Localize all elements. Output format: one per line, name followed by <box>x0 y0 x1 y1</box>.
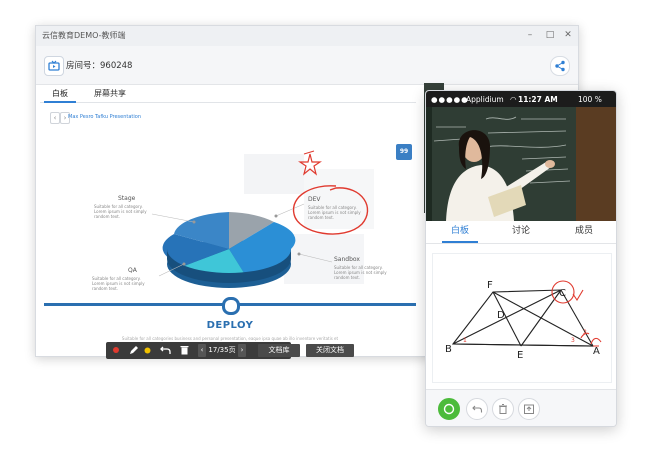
upload-icon <box>524 404 534 414</box>
doc-library-button[interactable]: 文档库 <box>258 344 300 357</box>
pen-icon[interactable] <box>128 342 140 359</box>
share-button[interactable] <box>550 56 570 76</box>
color-ring-icon <box>443 403 455 415</box>
phone-clear-button[interactable] <box>492 398 514 420</box>
carrier-name: Applidium <box>466 95 504 104</box>
phone-tab-bar: 白板 讨论 成员 <box>426 221 616 244</box>
phone-upload-button[interactable] <box>518 398 540 420</box>
page-next-button[interactable]: › <box>238 344 246 357</box>
geo-label-b: B <box>445 344 452 355</box>
phone-frame: ●●●●● Applidium ◠ 11:27 AM 100 % 白板 讨论 成… <box>425 90 617 427</box>
deploy-heading: DEPLOY <box>206 320 254 331</box>
battery-percent: 100 % <box>578 95 602 104</box>
red-dot-icon[interactable] <box>110 342 122 359</box>
geo-label-a: A <box>593 346 600 357</box>
share-icon <box>555 60 565 72</box>
room-icon <box>44 56 64 76</box>
room-bar: 房间号：960248 <box>36 46 578 85</box>
trash-icon <box>499 404 507 414</box>
close-doc-button[interactable]: 关闭文档 <box>306 344 354 357</box>
phone-whiteboard-canvas[interactable]: F C D B E A 1 2 3 <box>432 253 612 383</box>
annotation-layer <box>151 150 369 277</box>
phone-tab-discussion[interactable]: 讨论 <box>503 221 539 241</box>
whiteboard-slide[interactable]: ‹ › Max Pesro Tafku Presentation 99 Stag… <box>44 104 416 352</box>
teacher-video-image <box>426 107 616 221</box>
status-bar: ●●●●● Applidium ◠ 11:27 AM 100 % <box>426 91 616 107</box>
teacher-video[interactable] <box>426 107 616 221</box>
page-indicator: 17/35页 <box>208 346 236 354</box>
minimize-button[interactable]: – <box>524 29 536 41</box>
geo-label-f: F <box>487 280 493 291</box>
close-button[interactable]: ✕ <box>562 29 574 41</box>
deploy-description: Suitable for all categories business and… <box>121 336 339 341</box>
room-number: 房间号：960248 <box>66 61 133 71</box>
page-prev-button[interactable]: ‹ <box>198 344 206 357</box>
geo-label-c: C <box>559 288 566 299</box>
geo-angle-3: 3 <box>571 337 575 344</box>
undo-icon[interactable] <box>158 342 172 359</box>
wifi-icon: ◠ <box>510 95 517 104</box>
phone-toolbar <box>426 389 616 426</box>
signal-icon: ●●●●● <box>431 95 469 104</box>
phone-tab-members[interactable]: 成员 <box>566 221 602 241</box>
deploy-marker <box>222 297 240 315</box>
phone-undo-button[interactable] <box>466 398 488 420</box>
tab-bar: 白板 屏幕共享 <box>40 86 416 103</box>
undo-icon <box>472 405 483 413</box>
geo-angle-1: 1 <box>463 337 467 344</box>
yellow-dot-icon[interactable] <box>142 342 152 359</box>
tab-screen-share[interactable]: 屏幕共享 <box>86 86 134 101</box>
window-title: 云信教育DEMO-教师端 <box>42 31 126 40</box>
phone-tab-whiteboard[interactable]: 白板 <box>442 221 478 243</box>
trash-icon[interactable] <box>178 342 190 359</box>
geo-label-e: E <box>517 350 523 361</box>
tab-whiteboard[interactable]: 白板 <box>44 86 76 103</box>
maximize-button[interactable]: □ <box>544 29 556 41</box>
title-bar: 云信教育DEMO-教师端 – □ ✕ <box>36 26 578 47</box>
geo-angle-2: 2 <box>583 329 587 336</box>
status-time: 11:27 AM <box>518 95 558 104</box>
geometry-drawing: F C D B E A 1 2 3 <box>445 280 602 361</box>
green-pen-button[interactable] <box>438 398 460 420</box>
geo-label-d: D <box>497 310 505 321</box>
